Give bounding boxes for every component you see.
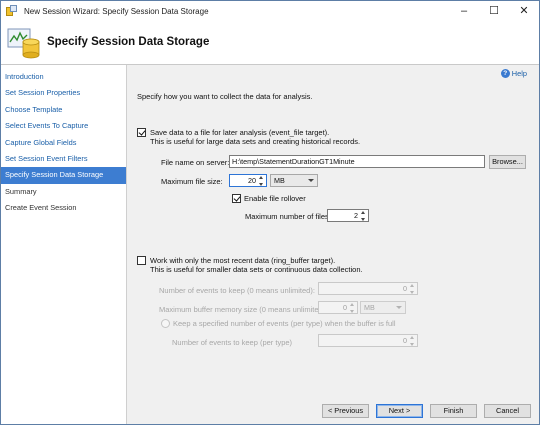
max-files-label: Maximum number of files: [245, 212, 331, 221]
minimize-icon[interactable]: – [449, 1, 479, 21]
spin-up-icon[interactable] [361, 211, 365, 214]
step-summary: Summary [5, 186, 37, 196]
step-event-filters[interactable]: Set Session Event Filters [1, 151, 126, 167]
ring-buffer-label: Work with only the most recent data (rin… [150, 256, 336, 265]
file-target-label: Save data to a file for later analysis (… [150, 128, 330, 137]
max-file-size-unit-select[interactable]: MB [270, 174, 318, 187]
page-title: Specify Session Data Storage [47, 36, 210, 48]
wizard-steps-nav: Introduction Set Session Properties Choo… [1, 65, 127, 424]
buffer-size-stepper[interactable]: 0 [318, 301, 358, 314]
per-type-count-value: 0 [403, 336, 407, 345]
app-icon [6, 5, 18, 17]
spin-down-icon[interactable] [350, 310, 354, 313]
step-choose-template[interactable]: Choose Template [1, 102, 126, 118]
ring-buffer-description: This is useful for smaller data sets or … [150, 265, 363, 274]
file-name-input[interactable]: H:\temp\StatementDurationGT1Minute [229, 155, 485, 168]
per-type-count-stepper[interactable]: 0 [318, 334, 418, 347]
spin-down-icon[interactable] [410, 291, 414, 294]
maximize-icon[interactable]: ☐ [479, 1, 509, 21]
events-to-keep-value: 0 [403, 284, 407, 293]
file-target-description: This is useful for large data sets and c… [150, 137, 361, 146]
file-target-checkbox[interactable] [137, 128, 146, 137]
window-title: New Session Wizard: Specify Session Data… [24, 6, 209, 16]
next-button[interactable]: Next > [376, 404, 423, 418]
events-to-keep-stepper[interactable]: 0 [318, 282, 418, 295]
file-name-label: File name on server: [161, 158, 230, 167]
page-header: Specify Session Data Storage [1, 21, 539, 65]
main-panel: ? Help Specify how you want to collect t… [128, 65, 539, 424]
help-link[interactable]: ? Help [500, 69, 527, 78]
title-bar: New Session Wizard: Specify Session Data… [1, 1, 539, 21]
chevron-down-icon [396, 306, 402, 309]
buffer-size-unit: MB [364, 303, 375, 312]
step-introduction[interactable]: Introduction [1, 69, 126, 85]
wizard-window: New Session Wizard: Specify Session Data… [0, 0, 540, 425]
spin-up-icon[interactable] [350, 303, 354, 306]
max-files-value: 2 [354, 211, 358, 220]
per-type-count-label: Number of events to keep (per type) [172, 338, 293, 347]
spin-up-icon[interactable] [259, 176, 263, 179]
spin-down-icon[interactable] [410, 343, 414, 346]
ring-buffer-checkbox[interactable] [137, 256, 146, 265]
close-icon[interactable]: ✕ [509, 1, 539, 21]
keep-per-type-radio[interactable] [161, 319, 170, 328]
spin-up-icon[interactable] [410, 336, 414, 339]
intro-text: Specify how you want to collect the data… [137, 92, 313, 101]
max-file-size-label: Maximum file size: [161, 177, 223, 186]
step-data-storage[interactable]: Specify Session Data Storage [1, 167, 126, 184]
step-set-session-properties[interactable]: Set Session Properties [1, 85, 126, 101]
help-icon: ? [500, 69, 510, 78]
browse-button[interactable]: Browse... [489, 155, 526, 169]
events-to-keep-label: Number of events to keep (0 means unlimi… [159, 286, 315, 295]
buffer-size-label: Maximum buffer memory size (0 means unli… [159, 305, 328, 314]
max-file-size-unit: MB [274, 176, 285, 185]
step-create-event-session: Create Event Session [5, 203, 77, 213]
file-rollover-checkbox[interactable] [232, 194, 241, 203]
spin-up-icon[interactable] [410, 284, 414, 287]
max-files-stepper[interactable]: 2 [327, 209, 369, 222]
buffer-size-value: 0 [343, 303, 347, 312]
step-capture-global-fields[interactable]: Capture Global Fields [1, 135, 126, 151]
file-rollover-label: Enable file rollover [244, 194, 306, 203]
finish-button[interactable]: Finish [430, 404, 477, 418]
spin-down-icon[interactable] [259, 183, 263, 186]
max-file-size-value: 20 [248, 176, 256, 185]
cancel-button[interactable]: Cancel [484, 404, 531, 418]
max-file-size-stepper[interactable]: 20 [229, 174, 267, 187]
spin-down-icon[interactable] [361, 218, 365, 221]
help-label: Help [511, 69, 527, 78]
keep-per-type-label: Keep a specified number of events (per t… [173, 319, 396, 328]
session-storage-icon [7, 28, 40, 59]
chevron-down-icon [308, 179, 314, 182]
previous-button[interactable]: < Previous [322, 404, 369, 418]
step-select-events[interactable]: Select Events To Capture [1, 118, 126, 134]
buffer-size-unit-select[interactable]: MB [360, 301, 406, 314]
